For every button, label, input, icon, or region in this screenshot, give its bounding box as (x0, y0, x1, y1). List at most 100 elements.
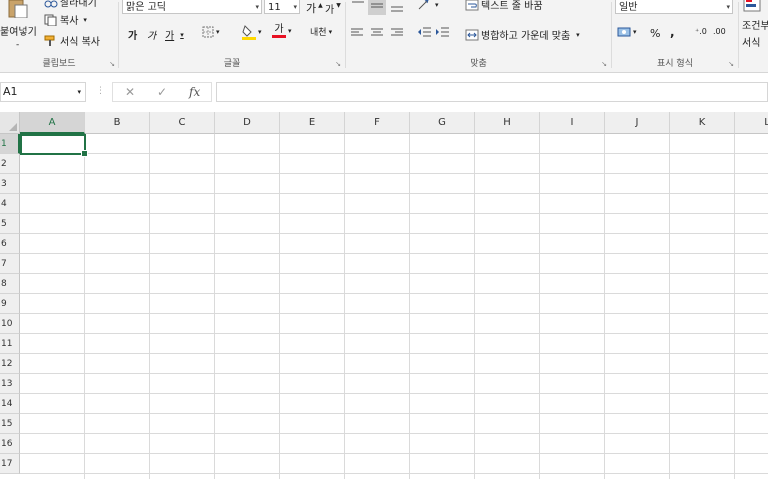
column-header-c[interactable]: C (150, 112, 215, 134)
phonetic-button[interactable]: 내천 ▾ (310, 25, 332, 39)
formula-controls: ✕ ✓ fx (112, 82, 212, 102)
wrap-text-button[interactable]: 텍스트 줄 바꿈 (465, 0, 543, 12)
increase-decimal-button[interactable]: ⁺.0 (695, 27, 707, 36)
row-header-6[interactable]: 6 (0, 234, 20, 254)
align-middle-button[interactable] (368, 0, 386, 15)
row-header-4[interactable]: 4 (0, 194, 20, 214)
row-header-9[interactable]: 9 (0, 294, 20, 314)
row-header-13[interactable]: 13 (0, 374, 20, 394)
align-left-icon (351, 28, 363, 36)
formula-input[interactable] (216, 82, 768, 102)
text-orientation-icon (418, 0, 429, 10)
column-header-b[interactable]: B (85, 112, 150, 134)
column-header-h[interactable]: H (475, 112, 540, 134)
number-group-label: 표시 형식 (657, 59, 693, 69)
decrease-indent-button[interactable] (417, 27, 431, 37)
accounting-format-button[interactable]: ▾ (617, 26, 637, 38)
row-header-1[interactable]: 1 (0, 134, 20, 154)
number-launcher-icon[interactable]: ↘ (728, 60, 734, 68)
cut-button[interactable]: 잘라내기 (44, 0, 97, 9)
number-format-select[interactable]: 일반 ▾ (615, 0, 733, 14)
row-header-15[interactable]: 15 (0, 414, 20, 434)
decrease-decimal-button[interactable]: .00 (713, 27, 726, 36)
row-header-3[interactable]: 3 (0, 174, 20, 194)
paste-icon (6, 0, 28, 19)
grow-font-button[interactable]: 가 ▲ (306, 0, 323, 16)
border-icon (202, 26, 214, 38)
bold-button[interactable]: 가 (128, 27, 137, 42)
decrease-decimal-icon: .00 (713, 27, 726, 36)
underline-button[interactable]: 가 ▾ (165, 27, 184, 43)
paste-dropdown[interactable]: - (16, 40, 19, 50)
column-header-j[interactable]: J (605, 112, 670, 134)
row-header-11[interactable]: 11 (0, 334, 20, 354)
font-color-bar (272, 35, 286, 38)
formula-bar: A1 ▾ ⋮ ✕ ✓ fx (0, 80, 768, 105)
italic-button[interactable]: 가 (147, 27, 156, 42)
font-launcher-icon[interactable]: ↘ (335, 60, 341, 68)
row-header-14[interactable]: 14 (0, 394, 20, 414)
clipboard-launcher-icon[interactable]: ↘ (109, 60, 115, 68)
copy-button[interactable]: 복사 ▾ (44, 12, 87, 27)
align-bottom-button[interactable] (390, 2, 404, 12)
align-center-button[interactable] (371, 28, 383, 38)
insert-function-icon[interactable]: fx (189, 85, 200, 99)
conditional-format-icon (742, 0, 762, 12)
merge-cells-icon (465, 29, 479, 41)
styles-group: 조건부 서식 (740, 0, 768, 72)
merge-center-button[interactable]: 병합하고 가운데 맞춤 ▾ (465, 27, 580, 42)
format-painter-button[interactable]: 서식 복사 (44, 33, 100, 48)
row-header-12[interactable]: 12 (0, 354, 20, 374)
grow-arrow-icon: ▲ (318, 1, 323, 9)
align-right-button[interactable] (391, 28, 403, 38)
fill-color-button[interactable]: ▾ (242, 24, 262, 40)
ribbon-separator (738, 2, 739, 68)
font-color-button[interactable]: 가 ▾ (272, 24, 292, 38)
row-header-17[interactable]: 17 (0, 454, 20, 474)
column-header-d[interactable]: D (215, 112, 280, 134)
row-header-10[interactable]: 10 (0, 314, 20, 334)
column-header-g[interactable]: G (410, 112, 475, 134)
column-header-l[interactable]: L (735, 112, 768, 134)
active-cell-a1[interactable] (20, 134, 88, 157)
scissors-icon (44, 0, 58, 8)
row-header-2[interactable]: 2 (0, 154, 20, 174)
chevron-down-icon: ▾ (435, 1, 439, 9)
shrink-font-button[interactable]: 가 ▼ (325, 1, 341, 16)
alignment-launcher-icon[interactable]: ↘ (601, 60, 607, 68)
name-box[interactable]: A1 ▾ (0, 82, 86, 102)
wrap-text-icon (465, 0, 479, 11)
row-header-8[interactable]: 8 (0, 274, 20, 294)
column-header-f[interactable]: F (345, 112, 410, 134)
row-header-7[interactable]: 7 (0, 254, 20, 274)
column-header-a[interactable]: A (20, 112, 85, 134)
column-header-k[interactable]: K (670, 112, 735, 134)
paste-button[interactable]: 붙여넣기 - (0, 0, 40, 50)
select-all-button[interactable] (0, 112, 20, 134)
percent-button[interactable]: % (650, 27, 660, 40)
chevron-down-icon: ▾ (288, 27, 292, 35)
orientation-button[interactable]: ▾ (417, 0, 439, 11)
ribbon-separator (118, 2, 119, 68)
chevron-down-icon: ▾ (726, 3, 730, 11)
font-name-select[interactable]: 맑은 고딕 ▾ (122, 0, 262, 14)
clipboard-group: 붙여넣기 - 잘라내기 복사 ▾ 서식 복사 클립보드 ↘ (0, 0, 118, 72)
copy-icon (44, 14, 58, 26)
align-left-button[interactable] (351, 28, 363, 38)
row-header-16[interactable]: 16 (0, 434, 20, 454)
font-group: 맑은 고딕 ▾ 11 ▾ 가 ▲ 가 ▼ 가 가 가 ▾ ▾ ▾ 가 ▾ 내천 … (120, 0, 344, 72)
cell-area[interactable] (20, 134, 768, 479)
comma-button[interactable]: , (670, 25, 675, 39)
conditional-format-button[interactable]: 조건부 서식 (742, 0, 768, 49)
increase-indent-button[interactable] (435, 27, 449, 37)
column-header-i[interactable]: I (540, 112, 605, 134)
align-top-button[interactable] (351, 0, 365, 8)
row-header-5[interactable]: 5 (0, 214, 20, 234)
cancel-icon[interactable]: ✕ (125, 85, 135, 99)
alignment-group: ▾ 텍스트 줄 바꿈 병합하고 가운데 맞춤 ▾ 맞춤 ↘ (347, 0, 610, 72)
column-header-e[interactable]: E (280, 112, 345, 134)
border-button[interactable]: ▾ (202, 26, 220, 38)
font-size-select[interactable]: 11 ▾ (264, 0, 300, 14)
enter-icon[interactable]: ✓ (157, 85, 167, 99)
chevron-down-icon: ▾ (576, 30, 580, 39)
